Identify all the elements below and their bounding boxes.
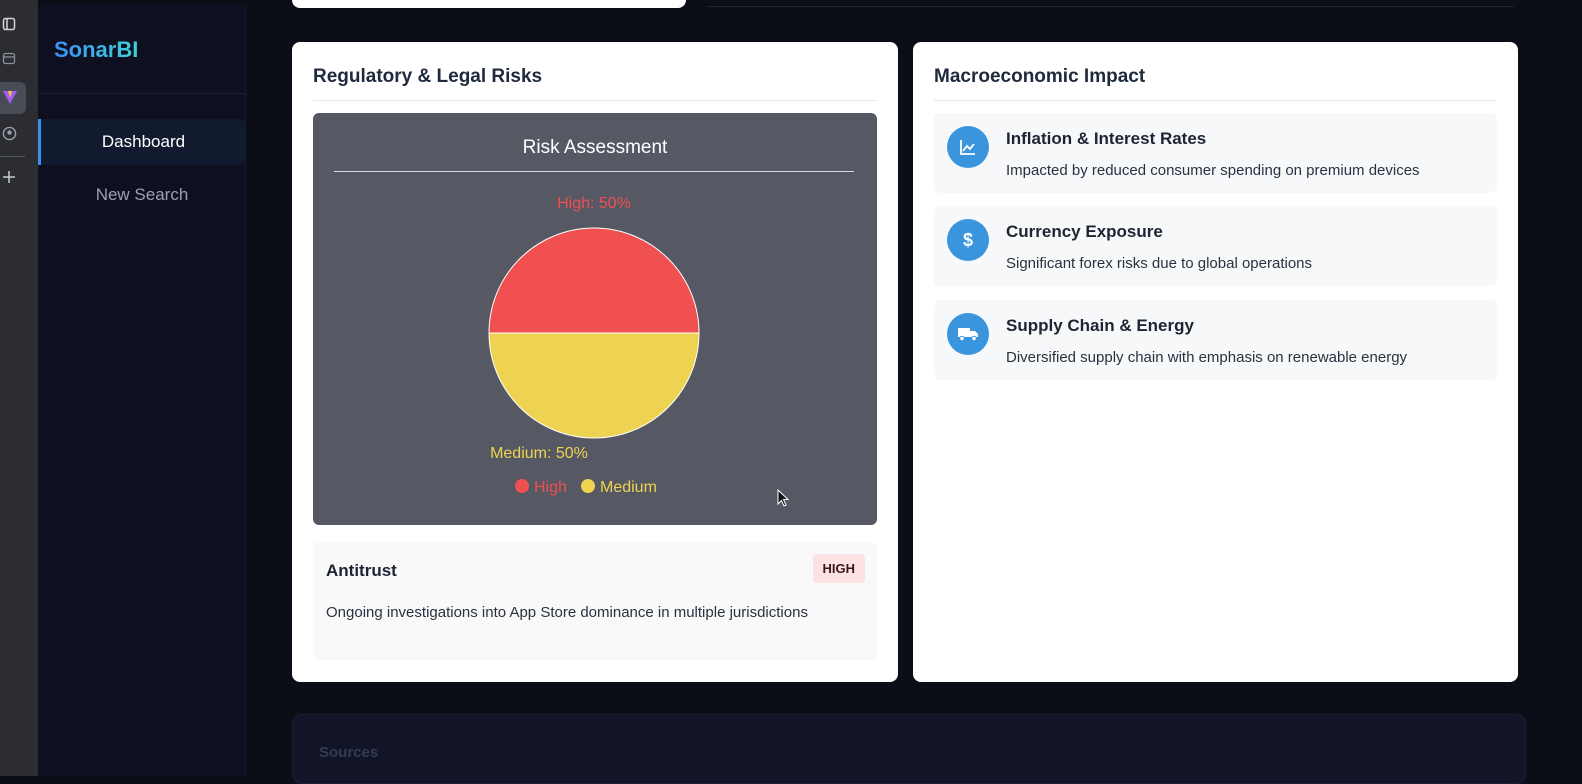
chart-legend: High Medium [515, 479, 657, 496]
macro-item-description: Significant forex risks due to global op… [1006, 255, 1313, 272]
sidebar: SonarBI Dashboard New Search [38, 5, 246, 776]
sources-card: Sources [292, 714, 1526, 784]
macroeconomic-impact-card: Macroeconomic Impact Inflation & Interes… [913, 42, 1518, 682]
sidebar-item-new-search[interactable]: New Search [38, 172, 246, 218]
add-icon[interactable] [0, 168, 18, 186]
app-logo[interactable]: SonarBI [54, 37, 138, 63]
dollar-icon: $ [947, 219, 989, 261]
risk-assessment-chart: Risk Assessment High: 50% Medium: 50% Hi… [313, 113, 877, 525]
truck-icon [947, 313, 989, 355]
previous-card-edge [292, 0, 686, 8]
regulatory-risks-card: Regulatory & Legal Risks Risk Assessment… [292, 42, 898, 682]
macro-item-title: Inflation & Interest Rates [1006, 129, 1207, 148]
github-icon[interactable] [0, 124, 18, 142]
legend-label-medium: Medium [600, 479, 657, 496]
macro-item-description: Diversified supply chain with emphasis o… [1006, 349, 1408, 366]
legend-label-high: High [534, 479, 567, 496]
card-title: Regulatory & Legal Risks [313, 66, 543, 87]
macro-item-title: Supply Chain & Energy [1006, 316, 1194, 335]
calendar-icon[interactable] [0, 49, 18, 67]
mouse-cursor [777, 488, 790, 512]
previous-card-edge-dark [706, 0, 1514, 7]
sidebar-divider [38, 93, 245, 94]
risk-name: Antitrust [326, 561, 397, 580]
legend-swatch-medium [581, 479, 595, 493]
main-content: Regulatory & Legal Risks Risk Assessment… [246, 0, 1582, 784]
sources-title: Sources [319, 744, 379, 761]
risk-description: Ongoing investigations into App Store do… [326, 604, 808, 621]
risk-level-badge: HIGH [812, 554, 865, 583]
vite-icon[interactable] [1, 88, 19, 106]
rail-divider [0, 156, 25, 157]
browser-side-rail [0, 0, 38, 776]
pie-chart: High: 50% Medium: 50% High Medium [488, 195, 700, 496]
slice-label-medium: Medium: 50% [490, 445, 588, 462]
card-divider [313, 100, 876, 101]
legend-swatch-high [515, 479, 529, 493]
pie-slice-high[interactable] [488, 227, 700, 334]
macro-item-title: Currency Exposure [1006, 222, 1163, 241]
risk-item-antitrust[interactable]: Antitrust HIGH Ongoing investigations in… [313, 542, 877, 660]
macro-item-description: Impacted by reduced consumer spending on… [1006, 162, 1420, 179]
pie-slice-medium[interactable] [488, 332, 700, 439]
macro-item-supply-chain[interactable]: Supply Chain & Energy Diversified supply… [934, 300, 1497, 380]
macro-item-currency[interactable]: $ Currency Exposure Significant forex ri… [934, 206, 1497, 286]
tabs-icon[interactable] [0, 15, 18, 33]
macro-item-inflation[interactable]: Inflation & Interest Rates Impacted by r… [934, 113, 1497, 193]
slice-label-high: High: 50% [557, 195, 631, 212]
card-divider [934, 100, 1497, 101]
chart-line-icon [947, 126, 989, 168]
sidebar-item-dashboard[interactable]: Dashboard [38, 119, 246, 165]
card-title: Macroeconomic Impact [934, 66, 1146, 87]
